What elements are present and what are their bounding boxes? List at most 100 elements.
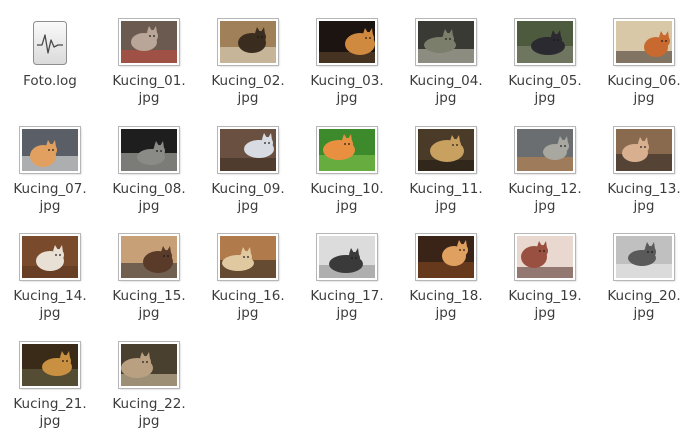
file-item-image[interactable]: Kucing_11. jpg bbox=[396, 121, 496, 227]
file-name-label: Kucing_16. jpg bbox=[198, 288, 298, 322]
file-name-line1: Kucing_14. bbox=[13, 288, 87, 304]
file-name-line1: Kucing_09. bbox=[211, 180, 285, 197]
file-item-image[interactable]: Kucing_04. jpg bbox=[396, 13, 496, 119]
image-thumbnail bbox=[20, 126, 80, 173]
file-icon-container bbox=[0, 121, 100, 179]
file-name-line1: Kucing_16. bbox=[211, 288, 285, 304]
file-item-image[interactable]: Kucing_12. jpg bbox=[495, 121, 595, 227]
file-name-line1: Kucing_11. bbox=[409, 180, 483, 197]
file-item-image[interactable]: Kucing_17. jpg bbox=[297, 228, 397, 334]
file-item-image[interactable]: Kucing_08. jpg bbox=[99, 121, 199, 227]
image-thumbnail bbox=[515, 19, 575, 65]
file-item-image[interactable]: Kucing_05. jpg bbox=[495, 13, 595, 119]
file-name-line2: jpg bbox=[237, 90, 259, 106]
file-item-image[interactable]: Kucing_01. jpg bbox=[99, 13, 199, 119]
file-name-line2: jpg bbox=[336, 197, 358, 214]
file-name-line1: Kucing_12. bbox=[508, 180, 582, 197]
file-item-image[interactable]: Kucing_06. jpg bbox=[594, 13, 691, 119]
file-icon-container bbox=[99, 13, 199, 71]
file-name-line2: jpg bbox=[534, 90, 556, 106]
file-icon-container bbox=[0, 13, 100, 71]
file-name-label: Kucing_11. jpg bbox=[396, 181, 496, 215]
file-name-label: Kucing_06. jpg bbox=[594, 73, 691, 107]
file-name-line1: Kucing_02. bbox=[211, 73, 285, 89]
file-item-image[interactable]: Kucing_18. jpg bbox=[396, 228, 496, 334]
file-item-image[interactable]: Kucing_19. jpg bbox=[495, 228, 595, 334]
image-thumbnail bbox=[119, 341, 179, 388]
file-name-line2: jpg bbox=[39, 412, 61, 429]
file-item-image[interactable]: Kucing_09. jpg bbox=[198, 121, 298, 227]
file-name-label: Kucing_14. jpg bbox=[0, 288, 100, 322]
file-item-image[interactable]: Kucing_22. jpg bbox=[99, 336, 199, 442]
file-name-label: Kucing_01. jpg bbox=[99, 73, 199, 107]
file-icon-container bbox=[99, 121, 199, 179]
file-item-log[interactable]: Foto.log bbox=[0, 13, 100, 119]
file-name-label: Kucing_09. jpg bbox=[198, 181, 298, 215]
file-name-line1: Kucing_04. bbox=[409, 73, 483, 89]
file-item-image[interactable]: Kucing_03. jpg bbox=[297, 13, 397, 119]
file-icon-container bbox=[396, 121, 496, 179]
file-name-label: Kucing_17. jpg bbox=[297, 288, 397, 322]
file-icon-container bbox=[198, 13, 298, 71]
file-icon-container bbox=[396, 13, 496, 71]
file-item-image[interactable]: Kucing_10. jpg bbox=[297, 121, 397, 227]
file-name-line2: jpg bbox=[336, 305, 358, 321]
file-name-line1: Kucing_06. bbox=[607, 73, 681, 89]
file-item-image[interactable]: Kucing_02. jpg bbox=[198, 13, 298, 119]
file-name-label: Kucing_22. jpg bbox=[99, 396, 199, 430]
log-file-icon bbox=[32, 20, 68, 65]
image-thumbnail bbox=[614, 19, 674, 65]
file-icon-container bbox=[495, 13, 595, 71]
file-item-image[interactable]: Kucing_15. jpg bbox=[99, 228, 199, 334]
image-thumbnail bbox=[119, 234, 179, 280]
image-thumbnail bbox=[614, 126, 674, 173]
file-icon-container bbox=[297, 13, 397, 71]
file-item-image[interactable]: Kucing_07. jpg bbox=[0, 121, 100, 227]
file-icon-container bbox=[297, 228, 397, 286]
file-name-line2: jpg bbox=[237, 197, 259, 214]
image-thumbnail bbox=[515, 234, 575, 280]
file-name-line1: Kucing_20. bbox=[607, 288, 681, 304]
file-icon-container bbox=[594, 13, 691, 71]
file-item-image[interactable]: Kucing_14. jpg bbox=[0, 228, 100, 334]
image-thumbnail bbox=[317, 19, 377, 65]
file-name-label: Kucing_13. jpg bbox=[594, 181, 691, 215]
file-name-line2: jpg bbox=[534, 305, 556, 321]
file-name-line2: jpg bbox=[435, 90, 457, 106]
image-thumbnail bbox=[20, 341, 80, 388]
file-name-label: Kucing_15. jpg bbox=[99, 288, 199, 322]
image-thumbnail bbox=[20, 234, 80, 280]
file-icon-container bbox=[495, 121, 595, 179]
image-thumbnail bbox=[614, 234, 674, 280]
file-name-label: Kucing_21. jpg bbox=[0, 396, 100, 430]
image-thumbnail bbox=[317, 234, 377, 280]
file-name-line1: Kucing_18. bbox=[409, 288, 483, 304]
file-icon-container bbox=[198, 228, 298, 286]
file-item-image[interactable]: Kucing_16. jpg bbox=[198, 228, 298, 334]
file-name-line1: Kucing_08. bbox=[112, 180, 186, 197]
image-thumbnail bbox=[515, 126, 575, 173]
file-icon-container bbox=[594, 228, 691, 286]
file-item-image[interactable]: Kucing_21. jpg bbox=[0, 336, 100, 442]
file-name-line2: jpg bbox=[138, 412, 160, 429]
file-name-line2: jpg bbox=[435, 197, 457, 214]
image-thumbnail bbox=[218, 19, 278, 65]
file-name-line1: Kucing_19. bbox=[508, 288, 582, 304]
file-name-line2: jpg bbox=[633, 305, 655, 321]
file-name-line1: Kucing_03. bbox=[310, 73, 384, 89]
file-name-label: Kucing_08. jpg bbox=[99, 181, 199, 215]
file-item-image[interactable]: Kucing_20. jpg bbox=[594, 228, 691, 334]
image-thumbnail bbox=[416, 234, 476, 280]
file-icon-container bbox=[198, 121, 298, 179]
file-name-line2: jpg bbox=[633, 197, 655, 214]
file-icon-container bbox=[594, 121, 691, 179]
file-item-image[interactable]: Kucing_13. jpg bbox=[594, 121, 691, 227]
file-name-label: Kucing_03. jpg bbox=[297, 73, 397, 107]
file-name-line2: jpg bbox=[138, 90, 160, 106]
file-name-label: Kucing_02. jpg bbox=[198, 73, 298, 107]
file-name-label: Foto.log bbox=[0, 73, 100, 90]
file-name-line1: Kucing_05. bbox=[508, 73, 582, 89]
file-name-label: Kucing_18. jpg bbox=[396, 288, 496, 322]
file-name-label: Kucing_19. jpg bbox=[495, 288, 595, 322]
file-icon-container bbox=[99, 228, 199, 286]
